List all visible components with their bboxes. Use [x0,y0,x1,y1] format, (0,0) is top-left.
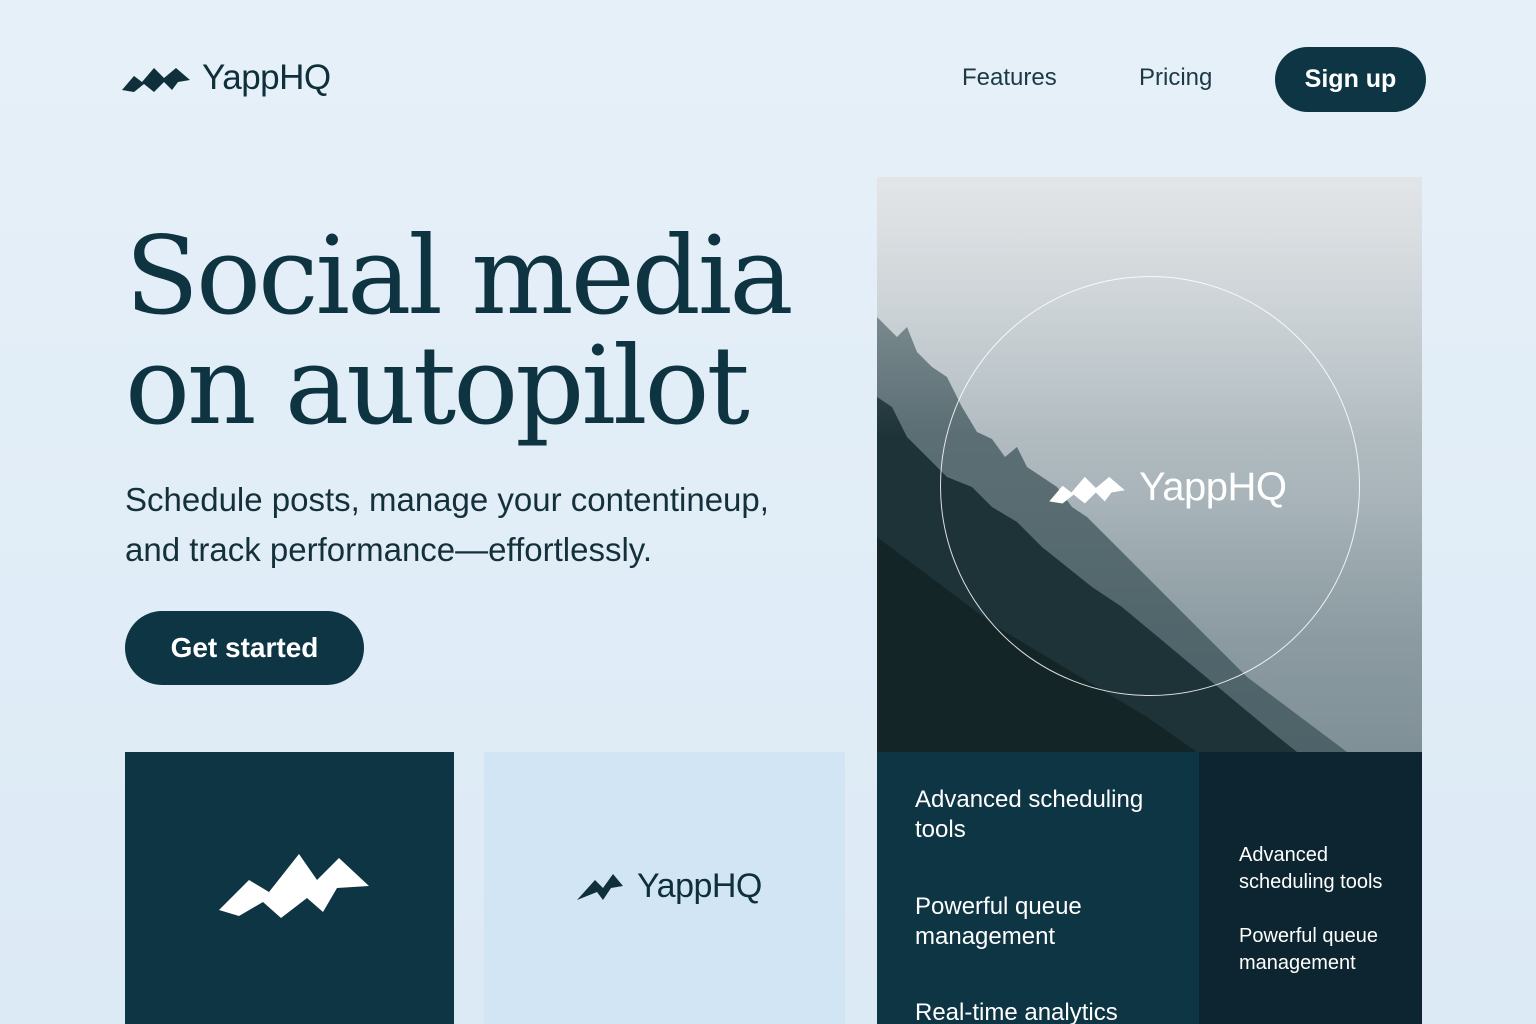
brand-logo[interactable]: YappHQ [120,58,331,98]
features-panel: Advanced scheduling tools Powerful queue… [877,752,1199,1024]
tile-brand-logo: YappHQ [577,867,762,906]
yapphq-logo-mark-icon [219,854,369,918]
nav-features-link[interactable]: Features [962,64,1057,92]
yapphq-logo-icon [1049,476,1125,504]
feature-item: Real-time analytics [915,999,1118,1024]
logo-mark-tile [125,752,454,1024]
subtext-line-2: and track performance—effortlessly. [125,531,653,568]
yapphq-logo-icon [122,68,190,92]
landing-page: YappHQ Features Pricing Sign up Social m… [0,0,1536,1024]
yapphq-logo-icon [577,873,623,900]
hero-subtext: Schedule posts, manage your contentineup… [125,475,845,575]
hero-forest-image: YappHQ [877,177,1422,752]
brand-name: YappHQ [202,58,331,97]
headline-line-2: on autopilot [125,324,750,449]
feature-item: Advanced scheduling tools [1239,844,1383,893]
photo-brand-name: YappHQ [1139,465,1287,509]
hero-headline: Social media on autopilot [125,222,845,442]
get-started-button[interactable]: Get started [125,611,364,685]
feature-item: Powerful queue management [1239,925,1378,974]
tile-brand-name: YappHQ [637,867,762,905]
features-panel-small: Advanced scheduling tools Powerful queue… [1199,752,1422,1024]
photo-brand-logo: YappHQ [1047,465,1287,510]
signup-button[interactable]: Sign up [1275,47,1426,112]
nav-pricing-link[interactable]: Pricing [1139,64,1212,92]
logo-wordmark-tile: YappHQ [484,752,845,1024]
headline-line-1: Social media [125,214,794,339]
feature-item: Advanced scheduling tools [915,786,1144,843]
subtext-line-1: Schedule posts, manage your contentineup… [125,481,769,518]
feature-item: Powerful queue management [915,893,1082,950]
